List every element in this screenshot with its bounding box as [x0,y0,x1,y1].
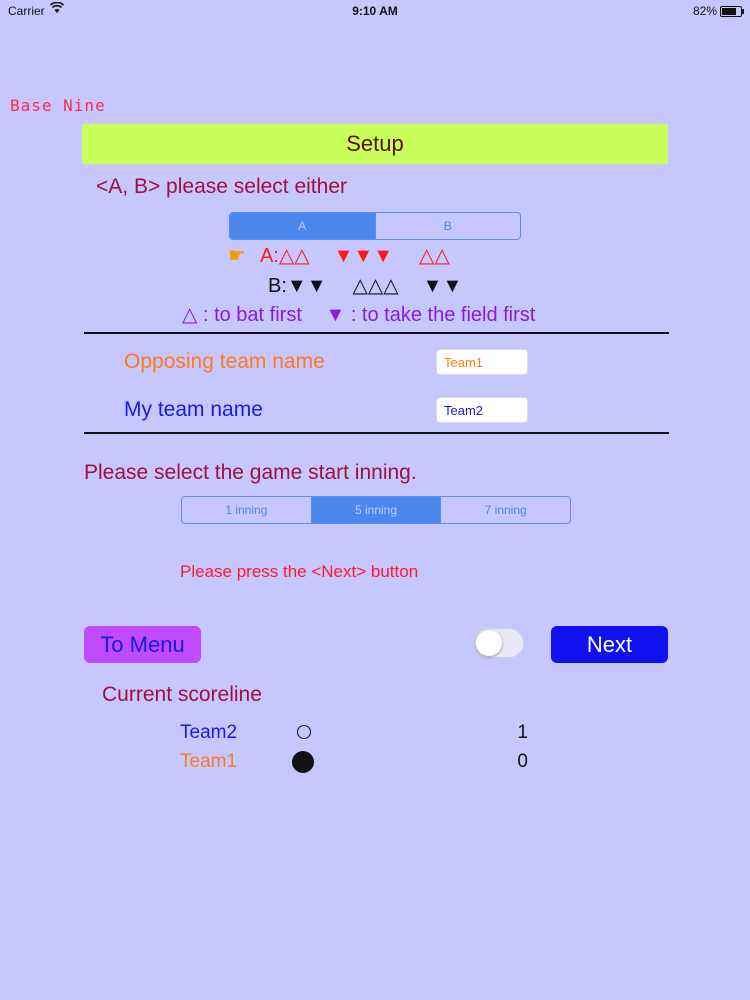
divider [84,332,669,334]
battery-icon [720,6,744,17]
option-a-group2: ▼▼▼ [333,245,393,267]
my-team-label: My team name [124,398,263,421]
divider [84,432,669,434]
setup-header: Setup [82,124,668,164]
open-circle-icon [297,725,311,739]
scoreline-score-2: 0 [517,751,528,772]
option-b-group2: △△△ [352,275,399,297]
option-b-group1: ▼▼ [286,275,327,297]
option-b-group3: ▼▼ [422,275,463,297]
scoreline-team-2: Team1 [180,751,238,772]
segment-a[interactable]: A [230,213,375,239]
bat-first-legend: : to bat first [202,304,302,326]
field-first-symbol: ▼ [325,304,346,326]
inning-segmented-control[interactable]: 1 inning 5 inning 7 inning [181,496,571,524]
page-title: Setup [346,131,404,156]
scoreline-title: Current scoreline [102,683,262,706]
filled-circle-icon [292,751,314,773]
next-hint: Please press the <Next> button [180,562,419,581]
symbol-legend: △ : to bat first ▼ : to take the field f… [182,302,535,327]
opposing-team-input[interactable]: Team1 [436,349,528,375]
option-a-group3: △△ [419,245,450,267]
segment-7-inning[interactable]: 7 inning [440,497,570,523]
ab-prompt: <A, B> please select either [96,175,347,198]
option-b-label: B: [268,275,287,297]
opposing-team-label: Opposing team name [124,350,325,373]
toggle-switch[interactable] [474,628,524,658]
scoreline-team-1: Team2 [180,722,238,743]
segment-b[interactable]: B [374,213,521,239]
field-first-legend: : to take the field first [350,304,536,326]
inning-prompt: Please select the game start inning. [84,461,417,484]
next-button[interactable]: Next [551,626,668,663]
clock: 9:10 AM [352,4,398,18]
option-b-row: B:▼▼ △△△ ▼▼ [268,273,462,298]
to-menu-button[interactable]: To Menu [84,626,201,663]
bat-first-symbol: △ [182,304,198,326]
segment-5-inning[interactable]: 5 inning [310,497,441,523]
my-team-input[interactable]: Team2 [436,397,528,423]
app-logo: Base Nine [10,96,106,115]
pointing-hand-icon: ☛ [228,245,246,267]
scoreline-score-1: 1 [517,722,528,743]
status-bar: Carrier 9:10 AM 82% [0,0,750,22]
segment-1-inning[interactable]: 1 inning [182,497,311,523]
toggle-knob [476,630,502,656]
battery-percent: 82% [693,4,718,18]
option-a-group1: △△ [278,245,310,267]
option-a-row: ☛ A:△△ ▼▼▼ △△ [228,243,450,268]
option-a-label: A: [259,245,279,267]
ab-segmented-control[interactable]: A B [229,212,521,240]
